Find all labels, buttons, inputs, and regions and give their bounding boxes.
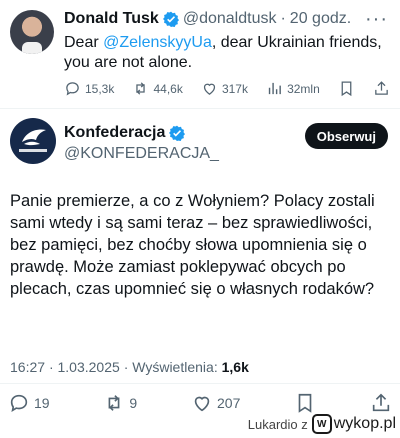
reply-icon	[66, 82, 79, 96]
retweet-button[interactable]: 44,6k	[132, 80, 183, 97]
reply-icon	[10, 394, 28, 412]
heart-icon	[194, 396, 210, 412]
wykop-logo-icon: W	[311, 414, 332, 434]
mention-link[interactable]: @ZelenskyyUa	[103, 34, 212, 51]
author-handle[interactable]: @donaldtusk	[183, 10, 277, 28]
tweet-time[interactable]: 16:27	[10, 359, 45, 375]
bookmark-icon	[298, 393, 312, 413]
wykop-site: wykop.pl	[333, 415, 396, 432]
views-label: Wyświetlenia:	[132, 359, 218, 375]
author-name[interactable]: Donald Tusk	[64, 10, 159, 28]
text-before: Dear	[64, 34, 104, 51]
share-button[interactable]	[370, 392, 392, 414]
divider	[0, 108, 400, 109]
reply-button[interactable]: 19	[8, 392, 50, 414]
retweet-count: 44,6k	[153, 81, 183, 96]
reply-count: 19	[34, 395, 50, 411]
verified-badge-icon	[169, 125, 186, 141]
konfederacja-header: Konfederacja	[64, 124, 189, 142]
quoted-tweet-text: Dear @ZelenskyyUa, dear Ukrainian friend…	[64, 33, 384, 73]
verified-badge-icon	[162, 11, 179, 27]
avatar-tusk[interactable]	[10, 10, 54, 54]
tweet-time[interactable]: 20 godz.	[290, 10, 351, 28]
follow-button[interactable]: Obserwuj	[304, 123, 388, 149]
like-button[interactable]: 207	[191, 392, 240, 414]
views-button[interactable]: 32mln	[266, 80, 320, 97]
bookmark-icon	[341, 81, 352, 97]
bookmark-button[interactable]	[338, 80, 355, 97]
views-bar-icon	[268, 82, 281, 95]
retweet-count: 9	[129, 395, 138, 411]
divider	[0, 383, 400, 384]
tusk-header: Donald Tusk @donaldtusk · 20 godz.	[64, 10, 351, 28]
separator: ·	[280, 10, 286, 27]
retweet-icon	[136, 82, 146, 95]
views-count: 1,6k	[221, 359, 249, 375]
share-icon	[372, 393, 390, 412]
wykop-watermark: Lukardio z W wykop.pl	[248, 414, 396, 434]
reply-count: 15,3k	[85, 81, 115, 96]
wykop-brand[interactable]: W wykop.pl	[311, 414, 396, 434]
share-icon	[375, 81, 388, 95]
author-name[interactable]: Konfederacja	[64, 124, 165, 142]
main-actions: 19 9 207	[8, 392, 392, 414]
retweet-icon	[108, 395, 120, 411]
konfederacja-logo-icon	[19, 129, 47, 152]
reply-button[interactable]: 15,3k	[64, 80, 114, 97]
heart-icon	[203, 83, 216, 95]
bookmark-button[interactable]	[294, 392, 316, 414]
tweet-meta: 16:27 · 1.03.2025 · Wyświetlenia: 1,6k	[10, 359, 249, 375]
like-button[interactable]: 317k	[201, 80, 248, 97]
avatar-shirt	[22, 42, 42, 54]
tweet-date[interactable]: 1.03.2025	[58, 359, 120, 375]
watermark-author: Lukardio z	[247, 416, 308, 432]
author-handle[interactable]: @KONFEDERACJA_	[64, 145, 219, 163]
views-count: 32mln	[287, 81, 320, 96]
main-tweet-text: Panie premierze, a co z Wołyniem? Polacy…	[10, 192, 375, 298]
retweet-button[interactable]: 9	[103, 392, 137, 414]
like-count: 207	[217, 395, 241, 411]
like-count: 317k	[221, 81, 248, 96]
share-button[interactable]	[373, 80, 390, 97]
quoted-actions: 15,3k 44,6k 317k 32mln	[64, 80, 390, 97]
more-icon[interactable]: ···	[365, 8, 388, 31]
avatar-konfederacja[interactable]	[10, 118, 56, 164]
